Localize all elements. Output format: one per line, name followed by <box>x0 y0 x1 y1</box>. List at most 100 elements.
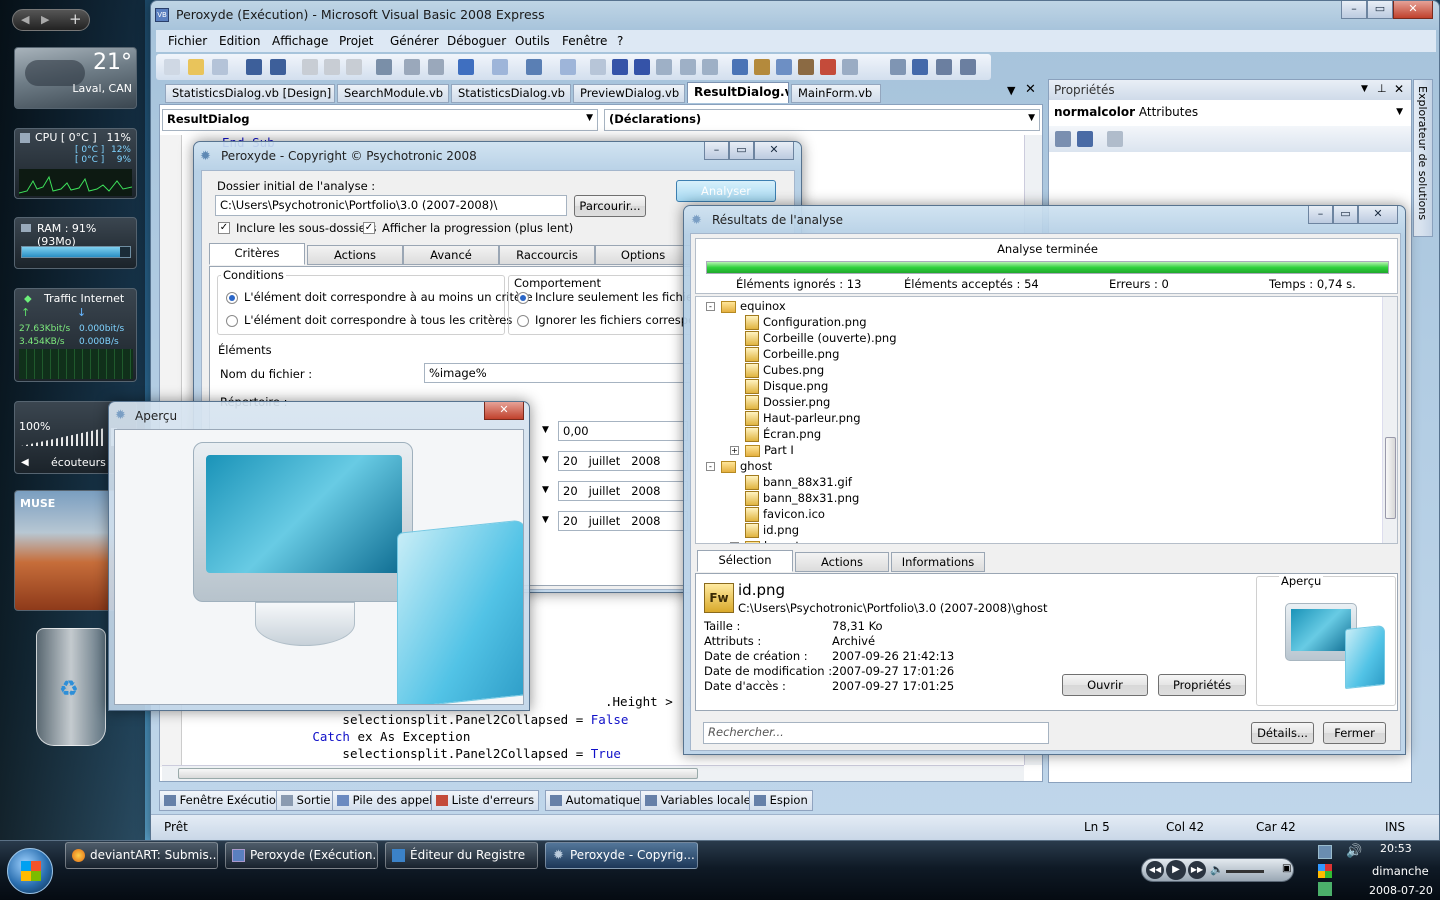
tool-tab-watch[interactable]: Espion <box>749 790 813 811</box>
close-button[interactable]: ✕ <box>754 142 794 160</box>
date-accessed-picker[interactable]: 20 juillet 2008 <box>558 511 688 531</box>
new-project-icon[interactable] <box>164 59 180 75</box>
tab-options[interactable]: Options <box>595 245 691 265</box>
toolbox-icon[interactable] <box>798 59 814 75</box>
horizontal-scrollbar[interactable] <box>162 765 1024 781</box>
tree-item[interactable]: bann_88x31.gif <box>730 474 852 490</box>
expand-icon[interactable]: + <box>730 446 739 455</box>
chevron-down-icon[interactable]: ▼ <box>542 455 549 465</box>
pause-icon[interactable] <box>612 59 628 75</box>
include-subfolders-checkbox[interactable]: ✓ <box>218 222 230 234</box>
previous-track-icon[interactable]: ◀◀ <box>1146 861 1164 879</box>
step-out-icon[interactable] <box>702 59 718 75</box>
expand-icon[interactable]: + <box>730 542 739 543</box>
open-icon[interactable] <box>188 59 204 75</box>
chevron-down-icon[interactable]: ▼ <box>542 425 549 435</box>
indent-icon[interactable] <box>404 59 420 75</box>
maximize-button[interactable]: ▭ <box>1333 206 1358 224</box>
behavior-include-radio[interactable] <box>517 292 529 304</box>
search-input[interactable]: Rechercher... <box>703 722 1049 744</box>
properties-button[interactable]: Propriétés <box>1158 674 1246 696</box>
tab-raccourcis[interactable]: Raccourcis <box>499 245 595 265</box>
menu-generer[interactable]: Générer <box>390 34 439 48</box>
doc-tab-resultdialog[interactable]: ResultDialog.vb <box>687 82 789 103</box>
date-created-picker[interactable]: 20 juillet 2008 <box>558 451 688 471</box>
navigate-forward-icon[interactable] <box>560 59 576 75</box>
tree-item[interactable]: Cubes.png <box>730 362 824 378</box>
tree-item[interactable]: Dossier.png <box>730 394 830 410</box>
redo-icon[interactable] <box>492 59 508 75</box>
tree-item[interactable]: favicon.ico <box>730 506 825 522</box>
tab-actions[interactable]: Actions <box>795 552 889 572</box>
tree-item[interactable]: Disque.png <box>730 378 828 394</box>
undo-icon[interactable] <box>458 59 474 75</box>
show-progress-checkbox[interactable]: ✓ <box>363 222 375 234</box>
chevron-down-icon[interactable]: ▼ <box>542 515 549 525</box>
taskbar-item-deviantart[interactable]: deviantART: Submis... <box>65 842 218 869</box>
open-button[interactable]: Ouvrir <box>1062 674 1148 696</box>
menu-aide[interactable]: ? <box>617 34 623 48</box>
minimize-button[interactable]: – <box>1341 1 1367 19</box>
tool-tab-errorlist[interactable]: Liste d'erreurs <box>431 790 540 811</box>
network-tray-icon[interactable] <box>1318 845 1332 859</box>
categorized-icon[interactable] <box>1055 131 1071 147</box>
seek-slider[interactable] <box>1226 870 1264 873</box>
size-combo[interactable]: 0,00 <box>558 421 688 441</box>
maximize-button[interactable]: ▭ <box>1367 1 1393 19</box>
browse-button[interactable]: Parcourir... <box>574 195 646 217</box>
condition-any-radio[interactable] <box>226 292 238 304</box>
volume-prev-icon[interactable]: ◀ <box>21 457 29 468</box>
tree-item[interactable]: - equinox <box>706 298 786 314</box>
collapse-icon[interactable]: - <box>706 302 715 311</box>
minimize-button[interactable]: – <box>704 142 729 160</box>
tab-actions[interactable]: Actions <box>307 245 403 265</box>
tree-item[interactable]: id.png <box>730 522 799 538</box>
cut-icon[interactable] <box>302 59 318 75</box>
menu-fichier[interactable]: Fichier <box>168 34 207 48</box>
tree-item[interactable]: Corbeille (ouverte).png <box>730 330 897 346</box>
date-modified-picker[interactable]: 20 juillet 2008 <box>558 481 688 501</box>
save-icon[interactable] <box>246 59 262 75</box>
object-combo[interactable]: normalcolor Attributes ▼ <box>1051 102 1407 124</box>
menu-deboguer[interactable]: Déboguer <box>447 34 506 48</box>
outdent-icon[interactable] <box>428 59 444 75</box>
object-browser-icon[interactable] <box>776 59 792 75</box>
menu-outils[interactable]: Outils <box>515 34 550 48</box>
results-tree[interactable]: - equinox Configuration.png Corbeille (ouve… <box>695 296 1398 544</box>
tab-informations[interactable]: Informations <box>891 552 985 572</box>
close-button[interactable]: ✕ <box>1393 1 1433 19</box>
close-button[interactable]: ✕ <box>484 402 524 420</box>
doc-tab-statistics-design[interactable]: StatisticsDialog.vb [Design] <box>165 84 335 103</box>
menu-fenetre[interactable]: Fenêtre <box>562 34 607 48</box>
cpu-gadget[interactable]: CPU [ 0°C ] 11% [ 0°C ] 12% [ 0°C ] 9% <box>14 128 137 199</box>
play-icon[interactable]: ▶ <box>1166 860 1186 880</box>
stop-icon[interactable] <box>634 59 650 75</box>
clock-time[interactable]: 20:53 <box>1380 842 1412 855</box>
tool-tab-output[interactable]: Sortie <box>276 790 336 811</box>
add-gadget-icon[interactable]: + <box>69 10 82 28</box>
close-button[interactable]: ✕ <box>1358 206 1398 224</box>
solution-explorer-side-tab[interactable]: Explorateur de solutions <box>1413 79 1433 237</box>
tree-item[interactable]: Corbeille.png <box>730 346 839 362</box>
close-icon[interactable]: ✕ <box>1394 82 1404 96</box>
start-debug-icon[interactable] <box>590 59 606 75</box>
find-icon[interactable] <box>376 59 392 75</box>
copy-icon[interactable] <box>324 59 340 75</box>
size-icon[interactable] <box>960 59 976 75</box>
volume-tray-icon[interactable]: 🔊 <box>1346 844 1362 859</box>
align-icon[interactable] <box>936 59 952 75</box>
menu-affichage[interactable]: Affichage <box>272 34 328 48</box>
menu-edition[interactable]: Edition <box>219 34 261 48</box>
doc-tab-mainform[interactable]: MainForm.vb <box>791 84 881 103</box>
tool-tab-autos[interactable]: Automatique <box>545 790 645 811</box>
ram-gadget[interactable]: RAM : 91% (93Mo) <box>14 217 137 269</box>
recycle-bin-icon[interactable]: ♻ <box>36 628 106 746</box>
error-list-icon[interactable] <box>820 59 836 75</box>
close-document-icon[interactable]: ✕ <box>1025 82 1036 97</box>
filename-input[interactable]: %image% <box>424 363 704 383</box>
chevron-down-icon[interactable]: ▼ <box>542 485 549 495</box>
traffic-gadget[interactable]: ⬥ Traffic Internet ↑ ↓ 27.63Kbit/s 0.000… <box>14 288 137 382</box>
add-item-icon[interactable] <box>212 59 228 75</box>
behavior-ignore-radio[interactable] <box>517 315 529 327</box>
tab-list-dropdown-icon[interactable]: ▼ <box>1007 84 1015 97</box>
